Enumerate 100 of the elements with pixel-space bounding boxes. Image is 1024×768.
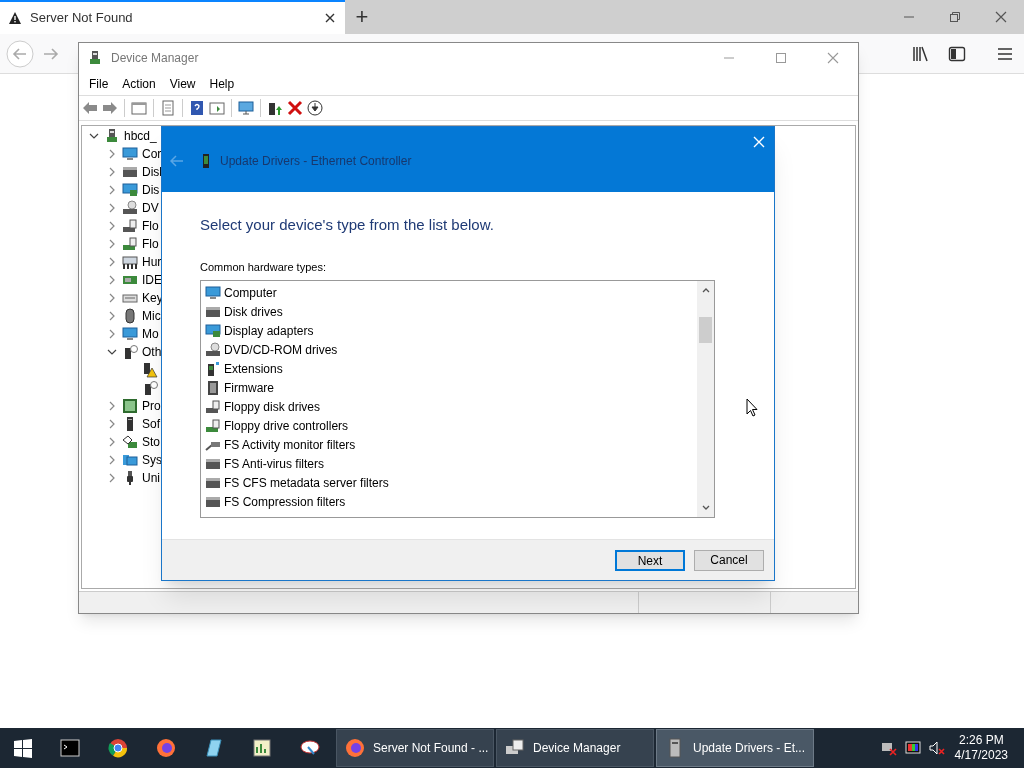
new-tab-button[interactable]: + xyxy=(345,0,379,34)
device-category-icon xyxy=(122,344,138,360)
list-item[interactable]: Display adapters xyxy=(224,321,314,340)
device-category-icon xyxy=(122,164,138,180)
sidebar-icon[interactable] xyxy=(948,44,966,63)
dialog-title: Update Drivers - Ethernet Controller xyxy=(220,153,412,170)
tree-item[interactable]: Oth xyxy=(142,343,162,361)
tree-item[interactable]: Sys xyxy=(142,451,162,469)
taskbar-label: Device Manager xyxy=(533,740,621,757)
taskbar-button[interactable]: Device Manager xyxy=(496,729,654,767)
tree-item[interactable]: hbcd_ xyxy=(124,127,157,145)
tree-item[interactable]: Uni xyxy=(142,469,160,487)
fox-browser-icon[interactable] xyxy=(156,738,176,758)
hardware-type-list[interactable] xyxy=(200,280,715,518)
device-category-icon xyxy=(122,398,138,414)
device-category-icon xyxy=(122,254,138,270)
clock-time[interactable]: 2:26 PM xyxy=(958,733,1004,748)
update-driver-icon[interactable] xyxy=(267,100,283,116)
device-type-icon xyxy=(205,360,221,377)
list-item[interactable]: Floppy disk drives xyxy=(224,397,321,416)
tree-item[interactable]: Mo xyxy=(142,325,159,343)
device-category-icon xyxy=(122,218,138,234)
computer-icon xyxy=(87,50,103,66)
taskbar-button[interactable]: Update Drivers - Et... xyxy=(656,729,814,767)
fox-browser-icon xyxy=(345,738,365,758)
browser-icon[interactable] xyxy=(108,738,128,758)
device-type-icon xyxy=(205,398,221,415)
tree-item[interactable]: Hur xyxy=(142,253,162,271)
unknown-device-icon[interactable] xyxy=(142,380,158,396)
list-item[interactable]: FS Activity monitor filters xyxy=(224,435,356,454)
list-item[interactable]: FS CFS metadata server filters xyxy=(224,473,389,492)
taskbar-label: Update Drivers - Et... xyxy=(693,740,806,757)
device-category-icon xyxy=(122,326,138,342)
tree-item[interactable]: Flo xyxy=(142,217,159,235)
device-category-icon xyxy=(122,146,138,162)
tree-item[interactable]: IDE xyxy=(142,271,162,289)
next-button[interactable]: Next xyxy=(615,549,685,571)
tree-item[interactable]: Dis xyxy=(142,181,160,199)
device-category-icon xyxy=(122,200,138,216)
menu-item[interactable]: File xyxy=(83,75,115,93)
volume-muted-icon[interactable] xyxy=(928,740,945,756)
warning-device-icon[interactable] xyxy=(142,362,158,378)
device-type-icon xyxy=(205,341,221,358)
list-item[interactable]: Extensions xyxy=(224,359,283,378)
tree-item[interactable]: DV xyxy=(142,199,159,217)
scroll-thumb[interactable] xyxy=(699,317,712,343)
list-item[interactable]: Computer xyxy=(224,283,277,302)
device-type-icon xyxy=(205,379,221,396)
taskbar-button[interactable]: Server Not Found - ... xyxy=(336,729,494,767)
terminal-icon[interactable] xyxy=(60,738,80,758)
dialog-heading: Select your device's type from the list below. xyxy=(200,215,495,235)
display-icon[interactable] xyxy=(904,740,921,756)
network-disconnected-icon[interactable] xyxy=(880,740,897,756)
maximize-icon[interactable] xyxy=(774,51,788,65)
menu-item[interactable]: Action xyxy=(116,75,162,93)
device-type-icon xyxy=(205,284,221,301)
windows-start-icon[interactable] xyxy=(14,738,32,758)
tab-title: Server Not Found xyxy=(30,9,134,28)
tree-item[interactable]: Pro xyxy=(142,397,161,415)
window-title: Device Manager xyxy=(111,50,200,67)
device-category-icon xyxy=(122,308,138,324)
menu-item[interactable]: Help xyxy=(203,75,241,93)
delete-icon[interactable] xyxy=(287,100,303,116)
document-icon[interactable] xyxy=(160,100,176,116)
view-icon[interactable] xyxy=(209,100,225,116)
device-type-icon xyxy=(205,322,221,339)
tree-item[interactable]: Sof xyxy=(142,415,160,433)
tree-item[interactable]: Sto xyxy=(142,433,160,451)
mouse-cursor-icon xyxy=(746,398,758,418)
monitor-icon[interactable] xyxy=(238,100,254,116)
close-icon[interactable] xyxy=(323,11,337,25)
properties-icon[interactable] xyxy=(131,100,147,116)
menu-item[interactable]: View xyxy=(163,75,202,93)
notebook-icon[interactable] xyxy=(204,738,224,758)
list-item[interactable]: DVD/CD-ROM drives xyxy=(224,340,338,359)
library-icon[interactable] xyxy=(912,44,930,63)
scrollbar[interactable] xyxy=(697,281,714,517)
back-icon[interactable] xyxy=(82,100,98,116)
taskbar-label: Server Not Found - ... xyxy=(373,740,489,757)
tree-item[interactable]: Flo xyxy=(142,235,159,253)
list-item[interactable]: Floppy drive controllers xyxy=(224,416,349,435)
device-category-icon xyxy=(122,434,138,450)
list-item[interactable]: FS Anti-virus filters xyxy=(224,454,325,473)
help-icon[interactable] xyxy=(189,100,205,116)
tree-item[interactable]: Cor xyxy=(142,145,162,163)
forward-icon[interactable] xyxy=(102,100,118,116)
tree-item[interactable]: Disl xyxy=(142,163,162,181)
chart-icon[interactable] xyxy=(252,738,272,758)
device-type-icon xyxy=(205,417,221,434)
download-icon[interactable] xyxy=(307,100,323,116)
clock-date[interactable]: 4/17/2023 xyxy=(954,748,1008,763)
tree-item[interactable]: Mic xyxy=(142,307,161,325)
list-item[interactable]: Firmware xyxy=(224,378,274,397)
list-item[interactable]: FS Compression filters xyxy=(224,492,346,511)
list-item[interactable]: Disk drives xyxy=(224,302,283,321)
cancel-button[interactable]: Cancel xyxy=(694,549,764,571)
list-label: Common hardware types: xyxy=(200,259,327,275)
computer-icon xyxy=(104,128,120,144)
browser-tab[interactable]: Server Not Found xyxy=(0,0,345,34)
restore-icon[interactable] xyxy=(948,10,962,24)
